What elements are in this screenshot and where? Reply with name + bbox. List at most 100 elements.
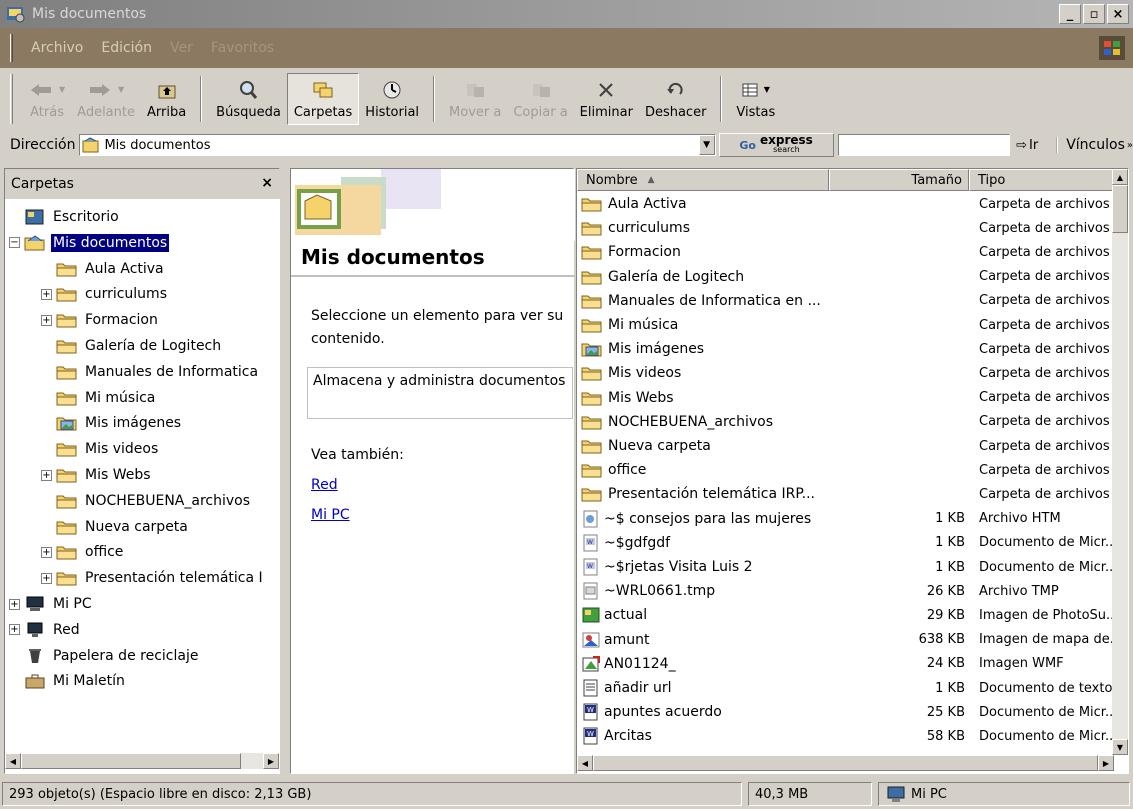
tree-expander-icon[interactable]: + [41, 288, 52, 300]
scroll-up-button[interactable]: ▲ [1112, 169, 1128, 185]
tree-item[interactable]: Aula Activa [41, 257, 166, 281]
list-item[interactable]: Aula Activa Carpeta de archivos [577, 192, 1114, 216]
express-search-input[interactable] [837, 134, 1011, 156]
list-scroll-left-button[interactable]: ◀ [577, 755, 593, 771]
express-search-button[interactable]: Go express search [718, 133, 834, 157]
links-chevron-icon[interactable]: » [1127, 140, 1133, 151]
tree-expander-icon[interactable]: + [41, 314, 52, 326]
undo-button[interactable]: Deshacer [639, 73, 712, 125]
tree-item[interactable]: − Mis documentos [9, 231, 170, 255]
copy-to-button[interactable]: Copiar a [507, 73, 573, 125]
list-item[interactable]: amunt 638 KB Imagen de mapa de... [577, 628, 1114, 652]
tree-expander-icon[interactable]: + [9, 598, 20, 610]
search-button[interactable]: Búsqueda [210, 73, 287, 125]
tree-item[interactable]: Mis imágenes [41, 411, 183, 435]
tree-item-label: Mi música [85, 389, 156, 406]
list-hscroll-thumb[interactable] [593, 755, 1098, 771]
list-item[interactable]: office Carpeta de archivos [577, 458, 1114, 482]
list-item[interactable]: W Arcitas 58 KB Documento de Micr... [577, 724, 1114, 748]
forward-button[interactable]: ▼ Adelante [71, 73, 141, 125]
list-item[interactable]: Manuales de Informatica en ... Carpeta de… [577, 289, 1114, 313]
back-button[interactable]: ▼ Atrás [23, 73, 71, 125]
menu-edicion[interactable]: Edición [101, 40, 152, 56]
delete-button[interactable]: Eliminar [574, 73, 639, 125]
list-vertical-scrollbar[interactable]: ▲ ▼ [1112, 169, 1128, 755]
address-field[interactable]: Mis documentos ▼ [79, 134, 716, 156]
history-button[interactable]: Historial [359, 73, 425, 125]
link-mi-pc[interactable]: Mi PC [311, 507, 350, 523]
go-button[interactable]: ⇨ Ir [1016, 138, 1038, 153]
tree-item[interactable]: + curriculums [41, 282, 169, 306]
tree-item-label: Red [53, 621, 80, 638]
tree-expander-icon[interactable]: + [9, 624, 20, 636]
folders-button[interactable]: Carpetas [286, 73, 360, 125]
list-item[interactable]: curriculums Carpeta de archivos [577, 216, 1114, 240]
list-horizontal-scrollbar[interactable]: ◀ ▶ [577, 755, 1114, 771]
file-name: ~$rjetas Visita Luis 2 [604, 559, 753, 575]
list-item[interactable]: Mis imágenes Carpeta de archivos [577, 337, 1114, 361]
list-item[interactable]: ~$ consejos para las mujeres 1 KB Archivo … [577, 507, 1114, 531]
tree-item[interactable]: Mi música [41, 386, 157, 410]
list-item[interactable]: Wapuntes acuerdo 25 KB Documento de Micr..… [577, 700, 1114, 724]
list-item[interactable]: añadir url 1 KB Documento de texto [577, 676, 1114, 700]
column-header-name[interactable]: Nombre ▲ [577, 169, 829, 191]
title-bar[interactable]: Mis documentos _ ▫ × [0, 0, 1133, 28]
tree-item-label: office [85, 544, 124, 561]
tree-item[interactable]: + Formacion [41, 308, 160, 332]
list-item[interactable]: actual 29 KB Imagen de PhotoSu... [577, 603, 1114, 627]
views-button[interactable]: ▼ Vistas [730, 73, 781, 125]
tree-item[interactable]: + Presentación telemática I [41, 566, 265, 590]
tree-item[interactable]: + Mis Webs [41, 463, 153, 487]
up-button[interactable]: Arriba [141, 73, 192, 125]
column-header-type[interactable]: Tipo [969, 169, 1114, 191]
minimize-button[interactable]: _ [1059, 4, 1081, 24]
list-item[interactable]: Galería de Logitech Carpeta de archivos [577, 265, 1114, 289]
move-to-button[interactable]: Mover a [443, 73, 507, 125]
list-item[interactable]: Mis videos Carpeta de archivos [577, 361, 1114, 385]
tree-item[interactable]: Galería de Logitech [41, 334, 223, 358]
close-button[interactable]: × [1107, 4, 1129, 24]
scroll-right-button[interactable]: ▶ [263, 753, 279, 769]
link-red[interactable]: Red [311, 477, 338, 493]
menu-archivo[interactable]: Archivo [31, 40, 83, 56]
list-scroll-thumb[interactable] [1112, 185, 1128, 233]
folders-pane-close-button[interactable]: × [261, 175, 273, 191]
list-item[interactable]: Nueva carpeta Carpeta de archivos [577, 434, 1114, 458]
menu-ver[interactable]: Ver [170, 40, 193, 56]
tree-expander-icon[interactable]: − [9, 237, 20, 249]
list-item[interactable]: ~WRL0661.tmp 26 KB Archivo TMP [577, 579, 1114, 603]
tree-expander-icon[interactable]: + [41, 546, 52, 558]
list-item[interactable]: NOCHEBUENA_archivos Carpeta de archivos [577, 410, 1114, 434]
links-button[interactable]: Vínculos [1056, 137, 1125, 153]
list-scroll-right-button[interactable]: ▶ [1098, 755, 1114, 771]
tree-item[interactable]: Mi Maletín [9, 669, 127, 693]
column-header-size[interactable]: Tamaño [829, 169, 969, 191]
address-dropdown-arrow[interactable]: ▼ [698, 135, 715, 155]
tree-item[interactable]: Manuales de Informatica [41, 360, 260, 384]
list-item[interactable]: Mi música Carpeta de archivos [577, 313, 1114, 337]
tree-item[interactable]: + office [41, 540, 125, 564]
tree-item[interactable]: + Red [9, 618, 82, 642]
tree-item[interactable]: Mis videos [41, 437, 160, 461]
scroll-down-button[interactable]: ▼ [1112, 739, 1128, 755]
tree-item[interactable]: + Mi PC [9, 592, 94, 616]
tree-item[interactable]: Papelera de reciclaje [9, 644, 200, 668]
list-item[interactable]: W ~$rjetas Visita Luis 2 1 KB Documento de … [577, 555, 1114, 579]
svg-text:W: W [587, 730, 594, 738]
scroll-left-button[interactable]: ◀ [5, 753, 21, 769]
tree-item[interactable]: Escritorio [9, 205, 121, 229]
list-item[interactable]: W ~$gdfgdf 1 KB Documento de Micr... [577, 531, 1114, 555]
list-item[interactable]: AN01124_ 24 KB Imagen WMF [577, 652, 1114, 676]
menu-favoritos[interactable]: Favoritos [211, 40, 274, 56]
maximize-button[interactable]: ▫ [1083, 4, 1105, 24]
scroll-thumb[interactable] [21, 753, 241, 769]
tree-item[interactable]: NOCHEBUENA_archivos [41, 489, 252, 513]
picfolder-icon [56, 415, 83, 431]
tree-item[interactable]: Nueva carpeta [41, 515, 190, 539]
tree-expander-icon[interactable]: + [41, 469, 52, 481]
list-item[interactable]: Presentación telemática IRP... Carpeta de… [577, 482, 1114, 506]
list-item[interactable]: Mis Webs Carpeta de archivos [577, 386, 1114, 410]
tree-expander-icon[interactable]: + [41, 572, 52, 584]
folders-horizontal-scrollbar[interactable]: ◀ ▶ [5, 753, 279, 769]
list-item[interactable]: Formacion Carpeta de archivos [577, 240, 1114, 264]
